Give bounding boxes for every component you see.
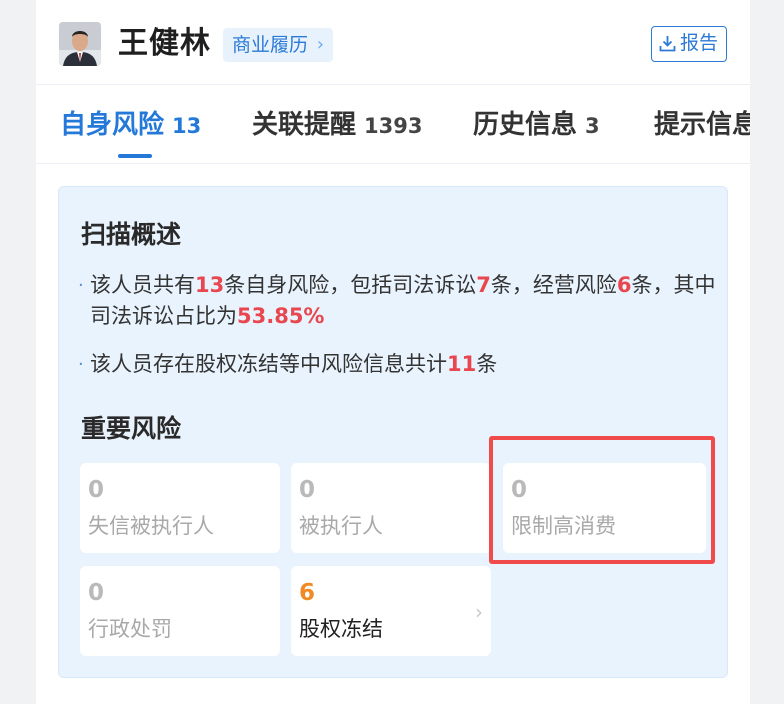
summary-text: 条 — [476, 352, 498, 376]
active-tab-indicator — [118, 154, 152, 158]
tab-label: 提示信息 — [654, 110, 750, 140]
tab-notice-info[interactable]: 提示信息 — [654, 107, 750, 143]
bullet-icon: · — [78, 275, 84, 296]
bullet-icon: · — [78, 354, 84, 375]
report-label: 报告 — [680, 32, 719, 54]
tile-value: 6 — [299, 580, 316, 606]
chevron-right-icon: › — [475, 600, 483, 624]
medium-risk-count: 11 — [447, 352, 477, 376]
tile-value: 0 — [88, 580, 105, 606]
scan-title: 扫描概述 — [81, 220, 182, 249]
tab-count: 3 — [585, 114, 600, 138]
person-name: 王健林 — [118, 26, 211, 61]
summary-text: 条，经营风险 — [490, 273, 617, 297]
summary-line-1: · 该人员共有13条自身风险，包括司法诉讼7条，经营风险6条，其中司法诉讼占比为… — [78, 270, 718, 332]
summary-line-2: · 该人员存在股权冻结等中风险信息共计11条 — [78, 349, 718, 380]
judicial-count: 7 — [476, 273, 491, 297]
tile-value: 0 — [299, 477, 316, 503]
summary-text: 该人员共有 — [90, 273, 195, 297]
tile-label: 行政处罚 — [88, 617, 172, 641]
tab-history-info[interactable]: 历史信息 3 — [473, 107, 600, 144]
tab-label: 关联提醒 — [252, 110, 357, 140]
business-resume-tag[interactable]: 商业履历 › — [223, 28, 333, 62]
important-risk-title: 重要风险 — [81, 414, 182, 443]
summary-text: 条自身风险，包括司法诉讼 — [224, 273, 477, 297]
business-resume-label: 商业履历 — [232, 34, 309, 56]
tab-label: 自身风险 — [60, 110, 165, 140]
tab-bar: 自身风险 13 关联提醒 1393 历史信息 3 提示信息 — [36, 85, 750, 163]
summary-text: 该人员存在股权冻结等中风险信息共计 — [90, 352, 447, 376]
risk-tile-admin-penalty[interactable]: 0 行政处罚 — [80, 566, 280, 656]
tab-count: 1393 — [364, 114, 423, 138]
highlight-annotation-box — [489, 436, 715, 564]
tab-self-risk[interactable]: 自身风险 13 — [60, 107, 201, 144]
tile-label: 被执行人 — [299, 514, 383, 538]
risk-tile-debtor[interactable]: 0 被执行人 — [291, 463, 491, 553]
risk-tile-dishonest-debtor[interactable]: 0 失信被执行人 — [80, 463, 280, 553]
tile-label: 失信被执行人 — [88, 514, 214, 538]
report-button[interactable]: 报告 — [651, 26, 727, 62]
total-risk-count: 13 — [195, 273, 225, 297]
business-risk-count: 6 — [616, 273, 632, 297]
tabs-divider — [36, 163, 750, 164]
download-icon — [659, 36, 676, 52]
tile-label: 股权冻结 — [299, 617, 383, 641]
tab-label: 历史信息 — [473, 110, 578, 140]
tile-value: 0 — [88, 477, 105, 503]
risk-tile-equity-freeze[interactable]: 6 股权冻结 › — [291, 566, 491, 656]
avatar[interactable] — [59, 22, 101, 66]
chevron-right-icon: › — [316, 34, 324, 55]
tab-count: 13 — [172, 114, 202, 138]
tab-related-alerts[interactable]: 关联提醒 1393 — [252, 107, 422, 144]
judicial-ratio: 53.85% — [237, 304, 325, 328]
